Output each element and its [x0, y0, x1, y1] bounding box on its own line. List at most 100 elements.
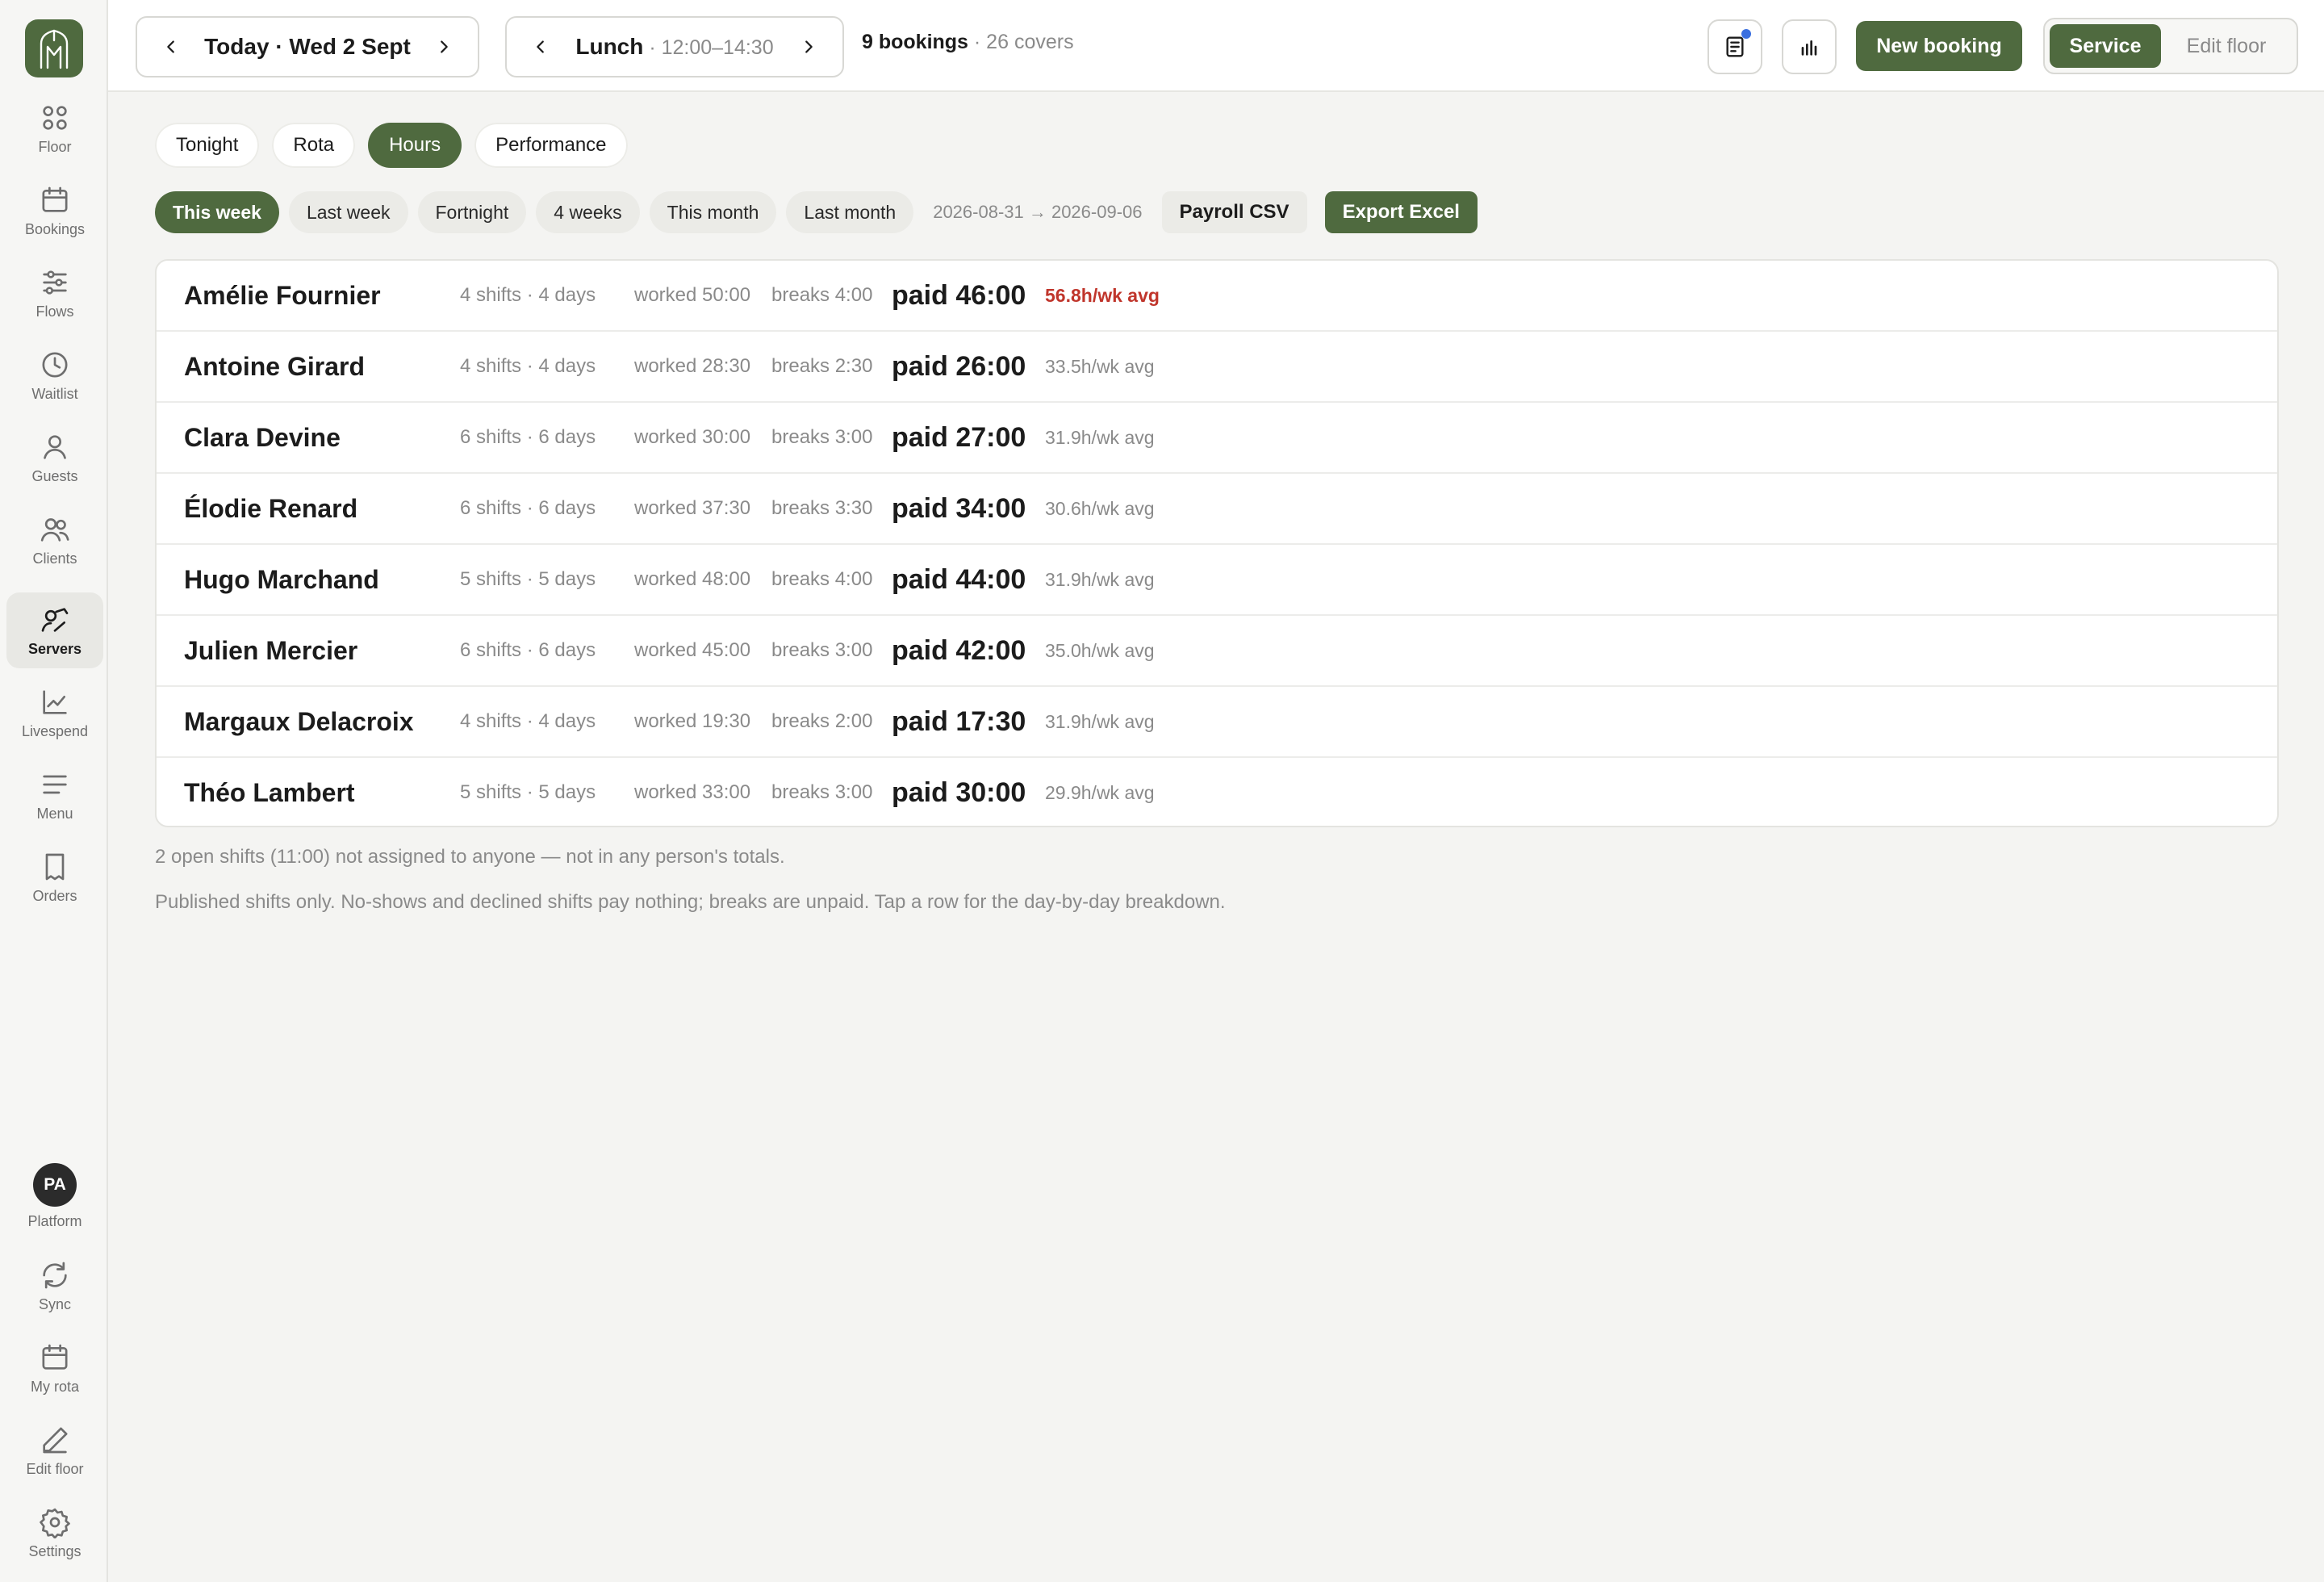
staff-name: Amélie Fournier: [184, 281, 381, 310]
view-tabs: Tonight Rota Hours Performance: [155, 123, 628, 168]
sidebar-item-flows[interactable]: Flows: [6, 255, 103, 331]
table-row[interactable]: Élodie Renard 6 shifts · 6 days worked 37:…: [157, 474, 2277, 545]
footnote: Published shifts only. No-shows and decl…: [155, 891, 1226, 913]
sidebar-item-livespend[interactable]: Livespend: [6, 675, 103, 751]
staff-name: Théo Lambert: [184, 778, 355, 807]
chevron-right-icon: [441, 40, 448, 53]
period-this-week[interactable]: This week: [155, 191, 279, 233]
mode-toggle: Service Edit floor: [2043, 18, 2298, 74]
worked-hours: worked 37:30: [634, 497, 751, 519]
top-bar: Today · Wed 2 Sept Lunch · 12:00–14:30 9…: [108, 0, 2324, 92]
sidebar-item-label: Menu: [36, 805, 73, 822]
staff-name: Margaux Delacroix: [184, 707, 414, 736]
sidebar-item-edit-floor[interactable]: Edit floor: [6, 1412, 103, 1488]
service-mode-button[interactable]: Service: [2050, 24, 2161, 68]
table-row[interactable]: Antoine Girard 4 shifts · 4 days worked 28…: [157, 332, 2277, 403]
shift-count: 5 shifts · 5 days: [460, 781, 596, 803]
covers-count: · 26 covers: [968, 31, 1074, 53]
tab-rota[interactable]: Rota: [272, 123, 356, 168]
gear-icon: [40, 1508, 70, 1538]
period-last-month[interactable]: Last month: [786, 191, 914, 233]
payroll-csv-button[interactable]: Payroll CSV: [1161, 191, 1307, 233]
staff-name: Clara Devine: [184, 423, 341, 452]
period-last-week[interactable]: Last week: [288, 191, 408, 233]
break-hours: breaks 2:30: [771, 355, 873, 377]
chevron-left-icon: [537, 40, 544, 53]
stats-button[interactable]: [1782, 19, 1837, 74]
user-icon: [44, 434, 66, 459]
break-hours: breaks 3:00: [771, 639, 873, 661]
tab-hours[interactable]: Hours: [368, 123, 462, 168]
service-navigator: Lunch · 12:00–14:30: [505, 16, 844, 77]
clock-icon: [42, 352, 68, 377]
service-name: Lunch: [575, 34, 644, 59]
worked-hours: worked 30:00: [634, 426, 751, 448]
sidebar-item-guests[interactable]: Guests: [6, 420, 103, 496]
next-service-button[interactable]: [791, 29, 826, 65]
sidebar-item-label: Servers: [27, 640, 82, 657]
table-row[interactable]: Clara Devine 6 shifts · 6 days worked 30:0…: [157, 403, 2277, 474]
app-logo[interactable]: [25, 19, 83, 77]
table-row[interactable]: Margaux Delacroix 4 shifts · 4 days worked…: [157, 687, 2277, 758]
date-label[interactable]: Today · Wed 2 Sept: [189, 34, 426, 60]
next-date-button[interactable]: [426, 29, 462, 65]
booking-summary: 9 bookings · 26 covers: [862, 31, 1074, 54]
sidebar-item-waitlist[interactable]: Waitlist: [6, 337, 103, 413]
previous-date-button[interactable]: [153, 29, 189, 65]
tab-performance[interactable]: Performance: [474, 123, 628, 168]
period-4-weeks[interactable]: 4 weeks: [536, 191, 640, 233]
table-row[interactable]: Théo Lambert 5 shifts · 5 days worked 33:0…: [157, 758, 2277, 826]
paid-hours: paid 30:00: [892, 777, 1026, 808]
sidebar-item-clients[interactable]: Clients: [6, 502, 103, 578]
open-shifts-note: 2 open shifts (11:00) not assigned to an…: [155, 846, 785, 868]
sidebar-item-label: Sync: [38, 1295, 72, 1312]
sidebar-item-label: Platform: [27, 1212, 82, 1229]
sidebar-item-label: Floor: [38, 138, 72, 155]
weekly-average: 31.9h/wk avg: [1045, 711, 1155, 732]
paid-hours: paid 46:00: [892, 280, 1026, 311]
weekly-average: 31.9h/wk avg: [1045, 569, 1155, 590]
users-icon: [40, 517, 69, 542]
previous-service-button[interactable]: [523, 29, 558, 65]
table-row[interactable]: Hugo Marchand 5 shifts · 5 days worked 48:…: [157, 545, 2277, 616]
service-time: · 12:00–14:30: [643, 36, 774, 59]
sidebar-item-servers[interactable]: Servers: [6, 592, 103, 668]
grid-icon: [43, 105, 67, 130]
date-navigator: Today · Wed 2 Sept: [136, 16, 479, 77]
sidebar-item-label: Livespend: [21, 722, 89, 739]
sidebar-item-platform[interactable]: PA Platform: [6, 1153, 103, 1240]
sidebar-item-my-rota[interactable]: My rota: [6, 1330, 103, 1406]
export-excel-button[interactable]: Export Excel: [1324, 191, 1478, 233]
table-row[interactable]: Amélie Fournier 4 shifts · 4 days worked 5…: [157, 261, 2277, 332]
sidebar-item-bookings[interactable]: Bookings: [6, 173, 103, 249]
worked-hours: worked 33:00: [634, 781, 751, 803]
notification-dot: [1741, 29, 1751, 39]
bar-chart-icon: [1801, 40, 1817, 56]
shift-count: 4 shifts · 4 days: [460, 284, 596, 306]
server-person-icon: [41, 607, 69, 632]
notes-button[interactable]: [1707, 19, 1762, 74]
new-booking-button[interactable]: New booking: [1856, 21, 2022, 71]
sidebar-item-sync[interactable]: Sync: [6, 1248, 103, 1324]
weekly-average: 56.8h/wk avg: [1045, 285, 1160, 306]
sidebar-item-settings[interactable]: Settings: [6, 1495, 103, 1571]
sidebar-item-floor[interactable]: Floor: [6, 90, 103, 166]
shift-count: 5 shifts · 5 days: [460, 568, 596, 590]
weekly-average: 30.6h/wk avg: [1045, 498, 1155, 519]
period-this-month[interactable]: This month: [649, 191, 777, 233]
table-row[interactable]: Julien Mercier 6 shifts · 6 days worked 45…: [157, 616, 2277, 687]
chevron-right-icon: [805, 40, 813, 53]
tab-tonight[interactable]: Tonight: [155, 123, 260, 168]
paid-hours: paid 42:00: [892, 635, 1026, 666]
sliders-icon: [43, 270, 67, 295]
staff-name: Hugo Marchand: [184, 565, 379, 594]
paid-hours: paid 27:00: [892, 422, 1026, 453]
paid-hours: paid 44:00: [892, 564, 1026, 595]
worked-hours: worked 50:00: [634, 284, 751, 306]
sidebar-item-orders[interactable]: Orders: [6, 839, 103, 915]
shift-count: 6 shifts · 6 days: [460, 426, 596, 448]
period-fortnight[interactable]: Fortnight: [417, 191, 527, 233]
edit-floor-mode-button[interactable]: Edit floor: [2166, 24, 2287, 68]
sidebar-item-menu[interactable]: Menu: [6, 757, 103, 833]
service-label[interactable]: Lunch · 12:00–14:30: [558, 34, 791, 60]
